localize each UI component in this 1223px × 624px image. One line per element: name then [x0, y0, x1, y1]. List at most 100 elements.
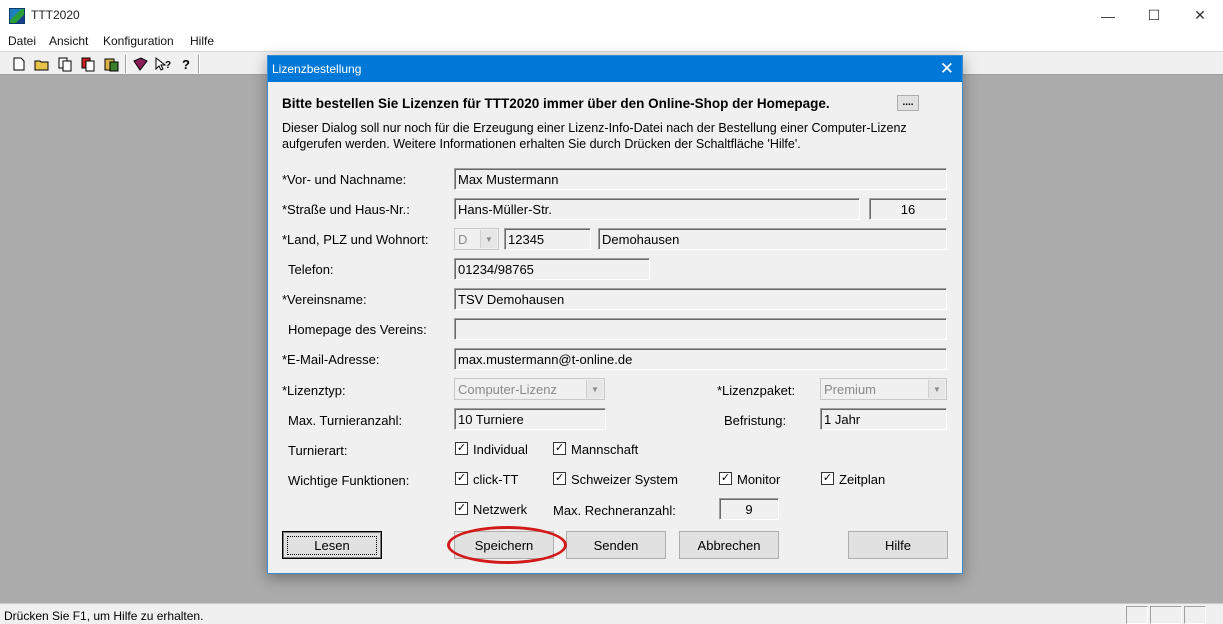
homepage-link-button[interactable]: .... — [897, 95, 919, 111]
important-functions-label: Wichtige Funktionen: — [288, 473, 410, 488]
dialog-close-button[interactable]: ✕ — [940, 59, 954, 79]
phone-label: Telefon: — [288, 262, 334, 277]
chevron-down-icon: ▼ — [586, 380, 603, 398]
context-help-button[interactable]: ? — [154, 55, 172, 73]
license-type-value: Computer-Lizenz — [458, 382, 557, 397]
street-field[interactable]: Hans-Müller-Str. — [454, 198, 860, 220]
mannschaft-label: Mannschaft — [571, 442, 639, 457]
click-tt-label: click-TT — [473, 472, 519, 487]
paste-icon — [104, 58, 118, 71]
app-title: TTT2020 — [31, 8, 80, 22]
ellipsis-label: .... — [902, 97, 914, 108]
copy-icon — [58, 57, 71, 71]
speichern-label: Speichern — [474, 537, 534, 553]
open-folder-icon — [34, 60, 49, 70]
abbrechen-button[interactable]: Abbrechen — [679, 531, 779, 559]
senden-button[interactable]: Senden — [566, 531, 666, 559]
tournament-type-label: Turnierart: — [288, 443, 348, 458]
street-label: *Straße und Haus-Nr.: — [282, 202, 410, 217]
max-tournaments-label: Max. Turnieranzahl: — [288, 413, 403, 428]
term-label: Befristung: — [724, 413, 787, 428]
email-label: *E-Mail-Adresse: — [282, 352, 380, 367]
term-field: 1 Jahr — [820, 408, 947, 430]
individual-checkbox[interactable]: ✓ — [455, 442, 468, 455]
dialog-titlebar: Lizenzbestellung ✕ — [268, 56, 962, 82]
license-type-label: *Lizenztyp: — [282, 383, 346, 398]
netzwerk-checkbox[interactable]: ✓ — [455, 502, 468, 515]
max-computers-field: 9 — [719, 498, 779, 520]
book-button[interactable] — [131, 55, 149, 73]
toolbar-separator — [125, 55, 127, 73]
house-number-field[interactable]: 16 — [869, 198, 947, 220]
svg-text:?: ? — [165, 60, 171, 71]
click-tt-checkbox[interactable]: ✓ — [455, 472, 468, 485]
copy-button[interactable] — [56, 55, 74, 73]
context-help-icon: ? — [155, 56, 171, 71]
menu-konfiguration[interactable]: Konfiguration — [103, 34, 174, 48]
menu-hilfe[interactable]: Hilfe — [190, 34, 214, 48]
license-package-select[interactable]: Premium ▼ — [820, 378, 947, 400]
close-icon: ✕ — [1194, 7, 1206, 23]
individual-label: Individual — [473, 442, 528, 457]
license-package-value: Premium — [824, 382, 877, 397]
hilfe-label: Hilfe — [884, 537, 911, 553]
minimize-button[interactable]: — — [1085, 0, 1131, 31]
license-order-dialog: Lizenzbestellung ✕ Bitte bestellen Sie L… — [267, 55, 963, 574]
name-field[interactable]: Max Mustermann — [454, 168, 947, 190]
new-file-button[interactable] — [10, 55, 28, 73]
help-button[interactable]: ? — [177, 55, 195, 73]
dialog-title: Lizenzbestellung — [272, 62, 362, 76]
license-type-select[interactable]: Computer-Lizenz ▼ — [454, 378, 605, 400]
city-field[interactable]: Demohausen — [598, 228, 947, 250]
schweizer-system-label: Schweizer System — [571, 472, 678, 487]
svg-text:?: ? — [182, 57, 190, 72]
zip-field[interactable]: 12345 — [504, 228, 591, 250]
chevron-down-icon: ▼ — [480, 230, 497, 248]
senden-label: Senden — [593, 537, 639, 553]
email-field[interactable]: max.mustermann@t-online.de — [454, 348, 947, 370]
open-folder-button[interactable] — [33, 55, 51, 73]
lesen-label: Lesen — [287, 535, 377, 555]
paste-button[interactable] — [102, 55, 120, 73]
monitor-label: Monitor — [737, 472, 781, 487]
homepage-field[interactable] — [454, 318, 947, 340]
monitor-checkbox[interactable]: ✓ — [719, 472, 732, 485]
book-icon — [132, 57, 148, 71]
abbrechen-label: Abbrechen — [697, 537, 761, 553]
app-icon — [9, 8, 25, 24]
country-value: D — [458, 232, 468, 247]
menu-ansicht[interactable]: Ansicht — [49, 34, 88, 48]
license-package-label: *Lizenzpaket: — [717, 383, 796, 398]
phone-field[interactable]: 01234/98765 — [454, 258, 650, 280]
zeitplan-checkbox[interactable]: ✓ — [821, 472, 834, 485]
help-icon: ? — [182, 57, 190, 72]
location-label: *Land, PLZ und Wohnort: — [282, 232, 429, 247]
netzwerk-label: Netzwerk — [473, 502, 528, 517]
status-bar: Drücken Sie F1, um Hilfe zu erhalten. — [0, 603, 1223, 624]
info-text-line-1: Dieser Dialog soll nur noch für die Erze… — [282, 121, 907, 135]
status-text: Drücken Sie F1, um Hilfe zu erhalten. — [4, 609, 204, 623]
lesen-button[interactable]: Lesen — [282, 531, 382, 559]
hilfe-button[interactable]: Hilfe — [848, 531, 948, 559]
close-window-button[interactable]: ✕ — [1177, 0, 1223, 31]
max-computers-label: Max. Rechneranzahl: — [553, 503, 676, 518]
app-titlebar: TTT2020 — ☐ ✕ — [0, 0, 1223, 31]
dialog-headline: Bitte bestellen Sie Lizenzen für TTT2020… — [282, 96, 830, 111]
speichern-button[interactable]: Speichern — [454, 531, 554, 559]
mannschaft-checkbox[interactable]: ✓ — [553, 442, 566, 455]
status-pane — [1184, 606, 1206, 624]
schweizer-system-checkbox[interactable]: ✓ — [553, 472, 566, 485]
cut-button[interactable] — [79, 55, 97, 73]
country-select[interactable]: D ▼ — [454, 228, 499, 250]
cut-icon — [81, 57, 94, 71]
club-field[interactable]: TSV Demohausen — [454, 288, 947, 310]
chevron-down-icon: ▼ — [928, 380, 945, 398]
status-pane — [1126, 606, 1148, 624]
info-text-line-2: aufgerufen werden. Weitere Informationen… — [282, 137, 801, 151]
menu-bar: Datei Ansicht Konfiguration Hilfe — [0, 31, 1223, 51]
maximize-button[interactable]: ☐ — [1131, 0, 1177, 31]
menu-datei[interactable]: Datei — [8, 34, 36, 48]
max-tournaments-field: 10 Turniere — [454, 408, 606, 430]
status-pane — [1150, 606, 1182, 624]
zeitplan-label: Zeitplan — [839, 472, 886, 487]
